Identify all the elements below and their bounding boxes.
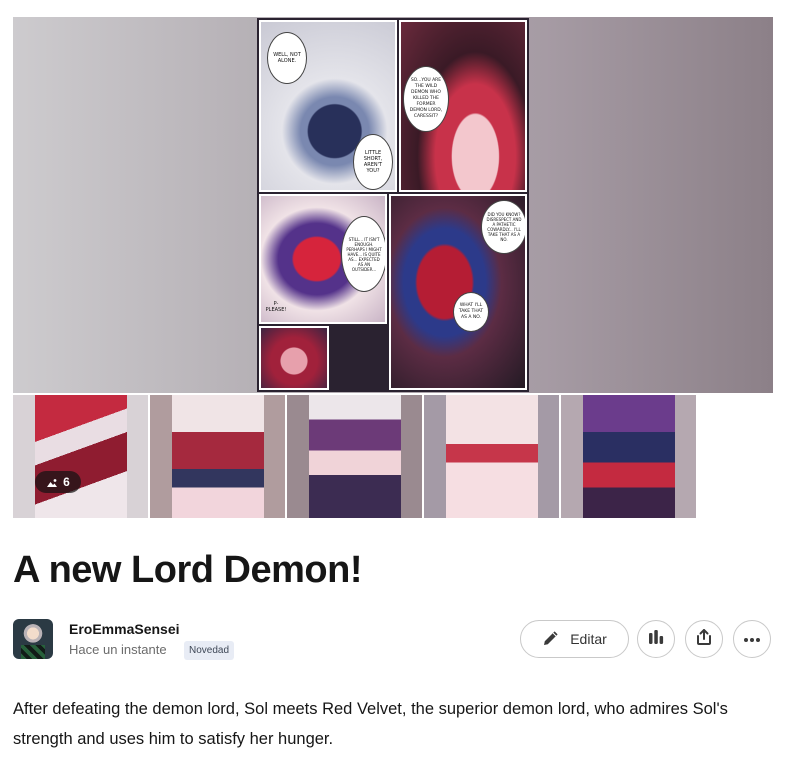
speech-bubble: What I'll take that as a no. [453, 292, 489, 332]
comic-panel [259, 326, 329, 390]
post-timestamp: Hace un instante [69, 642, 167, 657]
main-image-preview[interactable]: Well, not alone. Little short, aren't yo… [13, 17, 773, 393]
comic-panel: Well, not alone. Little short, aren't yo… [259, 20, 397, 192]
edit-button-label: Editar [570, 631, 607, 647]
more-options-button[interactable] [733, 620, 771, 658]
more-images-badge: 6 [35, 471, 81, 493]
image-stack-icon [46, 477, 58, 487]
thumbnail-image [583, 395, 675, 518]
thumbnail-image [446, 395, 538, 518]
thumbnail-image [35, 395, 127, 518]
pencil-icon [542, 629, 560, 650]
share-button[interactable] [685, 620, 723, 658]
speech-bubble: So...you are the wild demon who killed t… [403, 66, 449, 132]
thumbnail-3[interactable] [287, 395, 422, 518]
comic-page-image: Well, not alone. Little short, aren't yo… [257, 18, 529, 392]
speech-bubble: P-please! [265, 301, 287, 313]
speech-bubble: Still... it isn't enough. Perhaps I migh… [341, 216, 385, 292]
more-images-count: 6 [63, 475, 70, 489]
avatar[interactable] [13, 619, 53, 659]
comic-panel: Still... it isn't enough. Perhaps I migh… [259, 194, 387, 324]
thumbnail-image [309, 395, 401, 518]
thumbnail-1[interactable]: 6 [13, 395, 148, 518]
author-name[interactable]: EroEmmaSensei [69, 621, 180, 637]
bar-chart-icon [647, 628, 665, 651]
stats-button[interactable] [637, 620, 675, 658]
thumbnail-4[interactable] [424, 395, 559, 518]
speech-bubble: Little short, aren't you? [353, 134, 393, 190]
post-title: A new Lord Demon! [13, 549, 362, 591]
comic-panel: Did you know? Disrespect and a pathetic … [389, 194, 527, 390]
thumbnail-5[interactable] [561, 395, 696, 518]
comic-panel: So...you are the wild demon who killed t… [399, 20, 527, 192]
speech-bubble: Well, not alone. [267, 32, 307, 84]
thumbnail-2[interactable] [150, 395, 285, 518]
more-horizontal-icon [743, 630, 761, 648]
status-badge: Novedad [184, 641, 235, 660]
speech-bubble: Did you know? Disrespect and a pathetic … [481, 200, 525, 254]
share-icon [695, 628, 713, 651]
post-description: After defeating the demon lord, Sol meet… [13, 700, 728, 748]
author-row: EroEmmaSensei Hace un instante Novedad E… [13, 619, 773, 661]
edit-button[interactable]: Editar [520, 620, 629, 658]
thumbnail-image [172, 395, 264, 518]
